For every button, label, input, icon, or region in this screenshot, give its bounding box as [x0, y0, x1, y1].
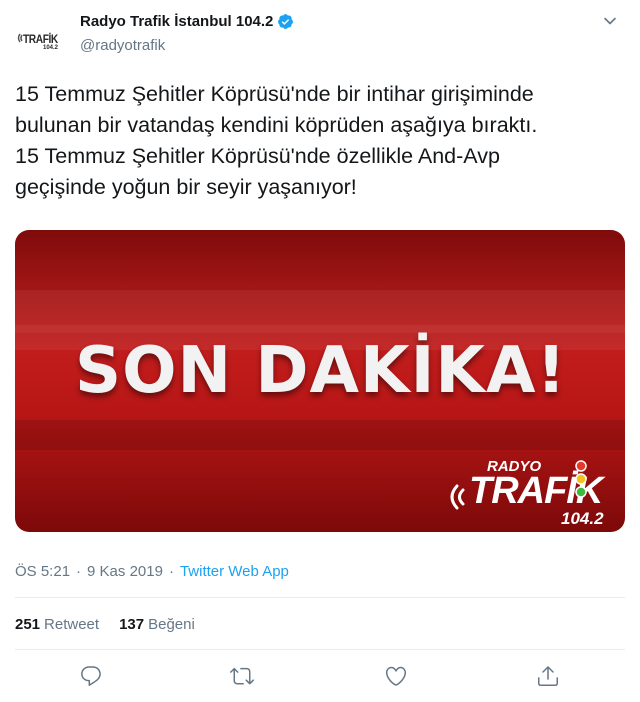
traffic-light-icon [575, 460, 587, 498]
share-icon [538, 666, 558, 686]
retweets-stat[interactable]: 251 Retweet [15, 616, 99, 633]
account-handle[interactable]: @radyotrafik [80, 37, 165, 54]
reply-icon [81, 666, 101, 686]
retweets-label: Retweet [44, 616, 100, 633]
tweet-line: 15 Temmuz Şehitler Köprüsü'nde bir intih… [15, 82, 534, 106]
media-band [15, 325, 625, 333]
avatar-subtext: 104.2 [43, 45, 59, 51]
tweet-line: bulunan bir vatandaş kendini köprüden aş… [15, 113, 538, 137]
likes-label: Beğeni [148, 616, 195, 633]
media-band [15, 420, 625, 450]
chevron-down-icon[interactable] [603, 14, 617, 28]
reply-button[interactable] [79, 664, 103, 688]
verified-badge-icon [278, 14, 294, 29]
divider [15, 649, 625, 650]
retweet-icon [230, 667, 254, 685]
display-name[interactable]: Radyo Trafik İstanbul 104.2 [80, 13, 273, 30]
like-button[interactable] [384, 664, 408, 688]
divider [15, 597, 625, 598]
likes-count: 137 [119, 616, 145, 633]
media-logo: RADYO TRAFİK 104.2 [443, 452, 613, 528]
tweet-time[interactable]: ÖS 5:21 [15, 563, 70, 580]
tweet-meta: ÖS 5:21 · 9 Kas 2019 · Twitter Web App [15, 563, 289, 580]
like-icon [385, 666, 407, 686]
share-button[interactable] [536, 664, 560, 688]
tweet-date[interactable]: 9 Kas 2019 [87, 563, 163, 580]
meta-separator: · [76, 563, 82, 580]
broadcast-waves-icon [450, 484, 465, 510]
tweet-line: geçişinde yoğun bir seyir yaşanıyor! [15, 175, 357, 199]
tweet-line: 15 Temmuz Şehitler Köprüsü'nde özellikle… [15, 144, 500, 168]
account-name-row[interactable]: Radyo Trafik İstanbul 104.2 [80, 13, 294, 30]
media-headline: SON DAKİKA! [75, 334, 567, 408]
avatar-text: TRAFİK [23, 32, 58, 46]
tweet-stats: 251 Retweet 137 Beğeni [15, 616, 215, 633]
meta-separator: · [168, 563, 174, 580]
tweet-text: 15 Temmuz Şehitler Köprüsü'nde bir intih… [15, 79, 630, 203]
tweet-actions [0, 664, 640, 692]
likes-stat[interactable]: 137 Beğeni [119, 616, 195, 633]
logo-frequency-text: 104.2 [561, 509, 604, 528]
retweet-button[interactable] [230, 664, 254, 688]
tweet-source-link[interactable]: Twitter Web App [180, 563, 289, 580]
retweets-count: 251 [15, 616, 41, 633]
avatar[interactable]: TRAFİK 104.2 [15, 20, 65, 54]
tweet-media-image[interactable]: SON DAKİKA! RADYO TRAFİK 104.2 [15, 230, 625, 532]
